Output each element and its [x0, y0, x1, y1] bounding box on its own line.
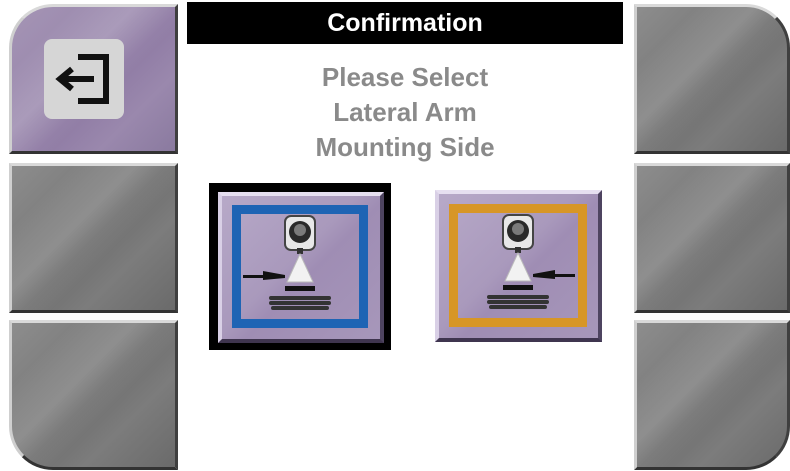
side-button-right-2[interactable]: [634, 163, 790, 313]
lateral-arm-left-icon: [243, 215, 331, 310]
prompt-line-3: Mounting Side: [315, 132, 495, 162]
exit-icon: [44, 39, 124, 119]
side-button-right-1[interactable]: [634, 4, 790, 154]
side-button-right-3[interactable]: [634, 320, 790, 470]
side-button-left-2[interactable]: [9, 163, 178, 313]
prompt-line-1: Please Select: [321, 62, 489, 92]
lateral-arm-right-icon: [487, 214, 575, 309]
page-title: Confirmation: [187, 2, 623, 44]
side-button-left-3[interactable]: [9, 320, 178, 470]
prompt-text: Please Select Lateral Arm Mounting Side: [187, 60, 623, 165]
prompt-line-2: Lateral Arm: [333, 97, 477, 127]
